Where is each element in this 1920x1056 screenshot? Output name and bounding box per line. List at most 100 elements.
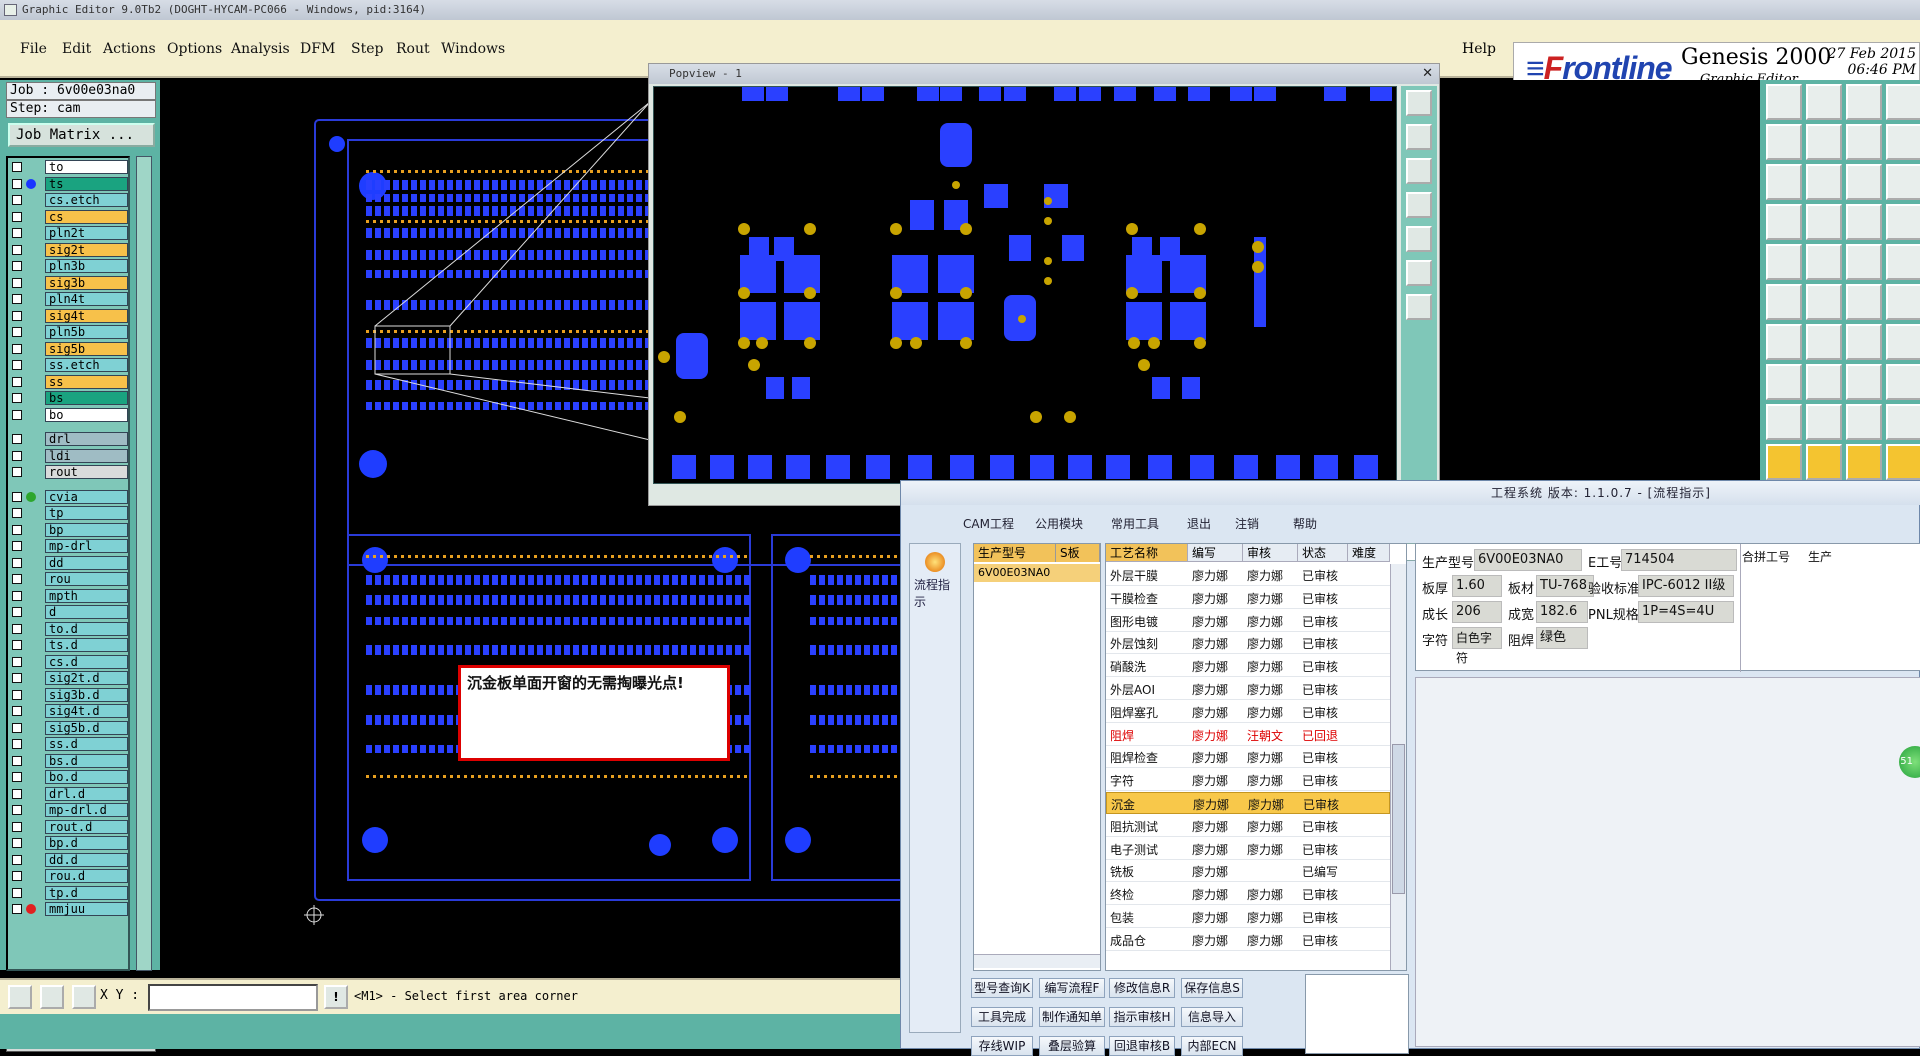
ratio-icon[interactable] [1846,164,1882,200]
eng-menu-tools[interactable]: 常用工具 [1111,515,1159,532]
layer-name[interactable]: pln3b [45,259,128,273]
minus-icon[interactable] [1806,364,1842,400]
pnl-field[interactable]: 1P=4S=4U [1638,601,1734,623]
refresh-icon[interactable] [1406,294,1432,320]
layer-checkbox[interactable] [12,904,22,914]
layer-row[interactable]: sig3b [10,275,128,290]
measure-icon[interactable] [1846,204,1882,240]
popview-canvas[interactable] [653,86,1397,484]
layer-row[interactable]: rou.d [10,869,128,883]
layer-name[interactable]: mmjuu [45,902,128,916]
layer-checkbox[interactable] [12,673,22,683]
eno-field[interactable]: 714504 [1621,549,1737,571]
eng-menu-cam[interactable]: CAM工程 [963,515,1014,532]
triangle-outline-icon[interactable] [1806,404,1842,440]
layer-name[interactable]: pln5b [45,325,128,339]
layer-checkbox[interactable] [12,277,22,288]
layer-name[interactable]: dd [45,555,128,570]
layer-row[interactable]: ss.d [10,737,128,751]
layer-row[interactable]: tp [10,506,128,520]
eng-action-button[interactable]: 工具完成 [971,1007,1033,1027]
layer-name[interactable]: ldi [45,448,128,463]
copy-icon[interactable] [1886,364,1920,400]
layer-checkbox[interactable] [12,788,22,799]
layer-checkbox[interactable] [12,574,22,584]
triangle-hole-icon[interactable] [1886,404,1920,440]
layer-row[interactable]: dd.d [10,852,128,867]
process-row[interactable]: 阻焊塞孔 廖力娜 廖力娜 已审核 [1106,701,1390,723]
layer-checkbox[interactable] [12,739,22,749]
col-writer[interactable]: 编写 [1188,544,1243,562]
layer-checkbox[interactable] [12,409,22,420]
layer-row[interactable]: sig2t.d [10,671,128,685]
move-icon[interactable] [1766,164,1802,200]
layer-row[interactable]: bs [10,391,128,405]
layer-row[interactable]: cs.etch [10,193,128,207]
process-guide-button[interactable]: 流程指示 [909,543,961,1033]
process-row[interactable]: 硝酸洗 廖力娜 廖力娜 已审核 [1106,655,1390,678]
col-sboard[interactable]: S板 [1056,544,1100,562]
zoom-out-icon[interactable] [1406,158,1432,184]
split-icon[interactable] [1886,324,1920,360]
alert-button[interactable]: ! [324,985,348,1009]
layer-checkbox[interactable] [12,491,22,502]
arrow-sel2-icon[interactable] [1846,444,1882,480]
grid-tool-icon[interactable] [72,985,96,1009]
layer-checkbox[interactable] [12,310,22,321]
arc-icon[interactable] [1846,324,1882,360]
width-field[interactable]: 182.6 [1536,601,1588,623]
layer-checkbox[interactable] [12,360,22,370]
link-icon[interactable] [1846,284,1882,320]
layer-name[interactable]: cvia [45,489,128,504]
layer-name[interactable]: ss.etch [45,358,128,372]
col-reviewer[interactable]: 审核 [1243,544,1298,562]
layer-checkbox[interactable] [12,656,22,667]
layer-row[interactable]: pln3b [10,259,128,273]
eng-action-button[interactable]: 叠层验算 [1039,1036,1105,1056]
memo-box[interactable] [1305,974,1409,1054]
layer-row[interactable]: bp [10,522,128,537]
product-hscroll[interactable] [974,954,1100,968]
layer-row[interactable]: rout [10,465,128,479]
xy-input[interactable] [148,984,318,1011]
layer-row[interactable]: bo.d [10,770,128,784]
eng-menu-public[interactable]: 公用模块 [1035,515,1083,532]
grid-icon[interactable] [1806,204,1842,240]
layer-checkbox[interactable] [12,162,22,172]
select-tool-icon[interactable] [8,985,32,1009]
eng-action-button[interactable]: 修改信息R [1109,978,1175,998]
arrow-icon[interactable] [1806,444,1842,480]
material-field[interactable]: TU-768 [1536,575,1594,597]
process-row[interactable]: 包装 廖力娜 廖力娜 已审核 [1106,906,1390,928]
layer-row[interactable]: pln4t [10,292,128,306]
triangle-icon[interactable] [1766,404,1802,440]
eng-action-button[interactable]: 回退审核B [1109,1036,1175,1056]
layer-checkbox[interactable] [12,871,22,881]
layer-row[interactable]: d [10,605,128,619]
layer-name[interactable]: bs.d [45,753,128,768]
layer-name[interactable]: bp [45,522,128,537]
layer-checkbox[interactable] [12,393,22,403]
process-row[interactable]: 图形电镀 廖力娜 廖力娜 已审核 [1106,610,1390,632]
edit-icon[interactable] [1806,324,1842,360]
menu-options[interactable]: Options [167,41,222,57]
process-row[interactable]: 外层干膜 廖力娜 廖力娜 已审核 [1106,564,1390,586]
menu-file[interactable]: File [20,41,47,57]
layer-checkbox[interactable] [12,805,22,815]
process-row[interactable]: 电子测试 廖力娜 廖力娜 已审核 [1106,838,1390,860]
layer-checkbox[interactable] [12,590,22,601]
layer-checkbox[interactable] [12,178,22,189]
layer-name[interactable]: cs.etch [45,193,128,207]
menu-dfm[interactable]: DFM [300,41,335,57]
layer-checkbox[interactable] [12,434,22,444]
col-difficulty[interactable]: 难度 [1348,544,1390,562]
layer-row[interactable]: rout.d [10,819,128,834]
layer-checkbox[interactable] [12,244,22,255]
process-row[interactable]: 沉金 廖力娜 廖力娜 已审核 [1106,792,1390,814]
layer-name[interactable]: sig4t.d [45,704,128,718]
layer-checkbox[interactable] [12,640,22,650]
layer-checkbox[interactable] [12,228,22,238]
layer-row[interactable]: bp.d [10,836,128,850]
col-status[interactable]: 状态 [1298,544,1348,562]
layout-icon[interactable] [1886,84,1920,120]
